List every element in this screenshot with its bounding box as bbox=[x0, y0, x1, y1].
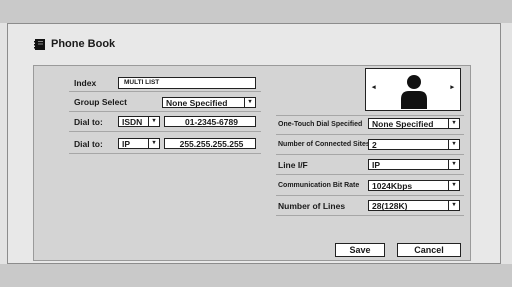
connected-sites-label: Number of Connected Sites bbox=[278, 141, 370, 148]
dial-number-input-1[interactable]: 01-2345-6789 bbox=[164, 116, 256, 127]
person-silhouette-icon bbox=[398, 71, 430, 109]
book-icon bbox=[34, 38, 45, 50]
dial-type-dropdown-2[interactable]: IP ▾ bbox=[118, 138, 160, 149]
line-if-value: IP bbox=[372, 160, 381, 170]
one-touch-dial-value: None Specified bbox=[372, 119, 434, 129]
bit-rate-dropdown[interactable]: 1024Kbps ▾ bbox=[368, 180, 460, 191]
triangle-right-icon[interactable]: ▸ bbox=[450, 83, 454, 91]
triangle-left-icon[interactable]: ◂ bbox=[372, 83, 376, 91]
index-input[interactable]: MULTI LIST bbox=[118, 77, 256, 89]
chevron-down-icon: ▾ bbox=[448, 181, 459, 190]
row-divider bbox=[69, 111, 261, 112]
dial-type-dropdown-1[interactable]: ISDN ▾ bbox=[118, 116, 160, 127]
row-divider bbox=[69, 153, 261, 154]
one-touch-dial-label: One-Touch Dial Specified bbox=[278, 121, 363, 128]
chevron-down-icon: ▾ bbox=[448, 160, 459, 169]
group-select-dropdown[interactable]: None Specified ▾ bbox=[162, 97, 256, 108]
chevron-down-icon: ▾ bbox=[448, 119, 459, 128]
row-divider bbox=[69, 91, 261, 92]
save-button[interactable]: Save bbox=[335, 243, 385, 257]
dial-to-label-2: Dial to: bbox=[74, 139, 103, 149]
chevron-down-icon: ▾ bbox=[448, 140, 459, 149]
row-divider bbox=[276, 174, 464, 175]
number-of-lines-label: Number of Lines bbox=[278, 201, 346, 211]
top-band bbox=[0, 0, 512, 23]
window-title-text: Phone Book bbox=[51, 38, 116, 50]
dial-to-label-1: Dial to: bbox=[74, 117, 103, 127]
connected-sites-value: 2 bbox=[372, 140, 377, 150]
window-title: Phone Book bbox=[34, 38, 115, 50]
row-divider bbox=[276, 154, 464, 155]
row-divider bbox=[276, 215, 464, 216]
group-select-label: Group Select bbox=[74, 97, 127, 107]
row-divider bbox=[276, 134, 464, 135]
chevron-down-icon: ▾ bbox=[148, 117, 159, 126]
index-label: Index bbox=[74, 78, 97, 88]
bottom-band bbox=[0, 264, 512, 287]
chevron-down-icon: ▾ bbox=[148, 139, 159, 148]
cancel-button[interactable]: Cancel bbox=[397, 243, 461, 257]
chevron-down-icon: ▾ bbox=[448, 201, 459, 210]
row-divider bbox=[276, 195, 464, 196]
dial-type-value-1: ISDN bbox=[122, 117, 143, 127]
connected-sites-dropdown[interactable]: 2 ▾ bbox=[368, 139, 460, 150]
bit-rate-label: Communication Bit Rate bbox=[278, 182, 360, 189]
bit-rate-value: 1024Kbps bbox=[372, 181, 413, 191]
one-touch-dial-dropdown[interactable]: None Specified ▾ bbox=[368, 118, 460, 129]
photo-selector[interactable]: ◂ ▸ bbox=[365, 68, 461, 111]
group-select-value: None Specified bbox=[166, 98, 228, 108]
dial-number-input-2[interactable]: 255.255.255.255 bbox=[164, 138, 256, 149]
row-divider bbox=[276, 115, 464, 116]
chevron-down-icon: ▾ bbox=[244, 98, 255, 107]
number-of-lines-value: 28(128K) bbox=[372, 201, 408, 211]
row-divider bbox=[69, 131, 261, 132]
number-of-lines-dropdown[interactable]: 28(128K) ▾ bbox=[368, 200, 460, 211]
dial-type-value-2: IP bbox=[122, 139, 131, 149]
line-if-dropdown[interactable]: IP ▾ bbox=[368, 159, 460, 170]
line-if-label: Line I/F bbox=[278, 160, 308, 170]
